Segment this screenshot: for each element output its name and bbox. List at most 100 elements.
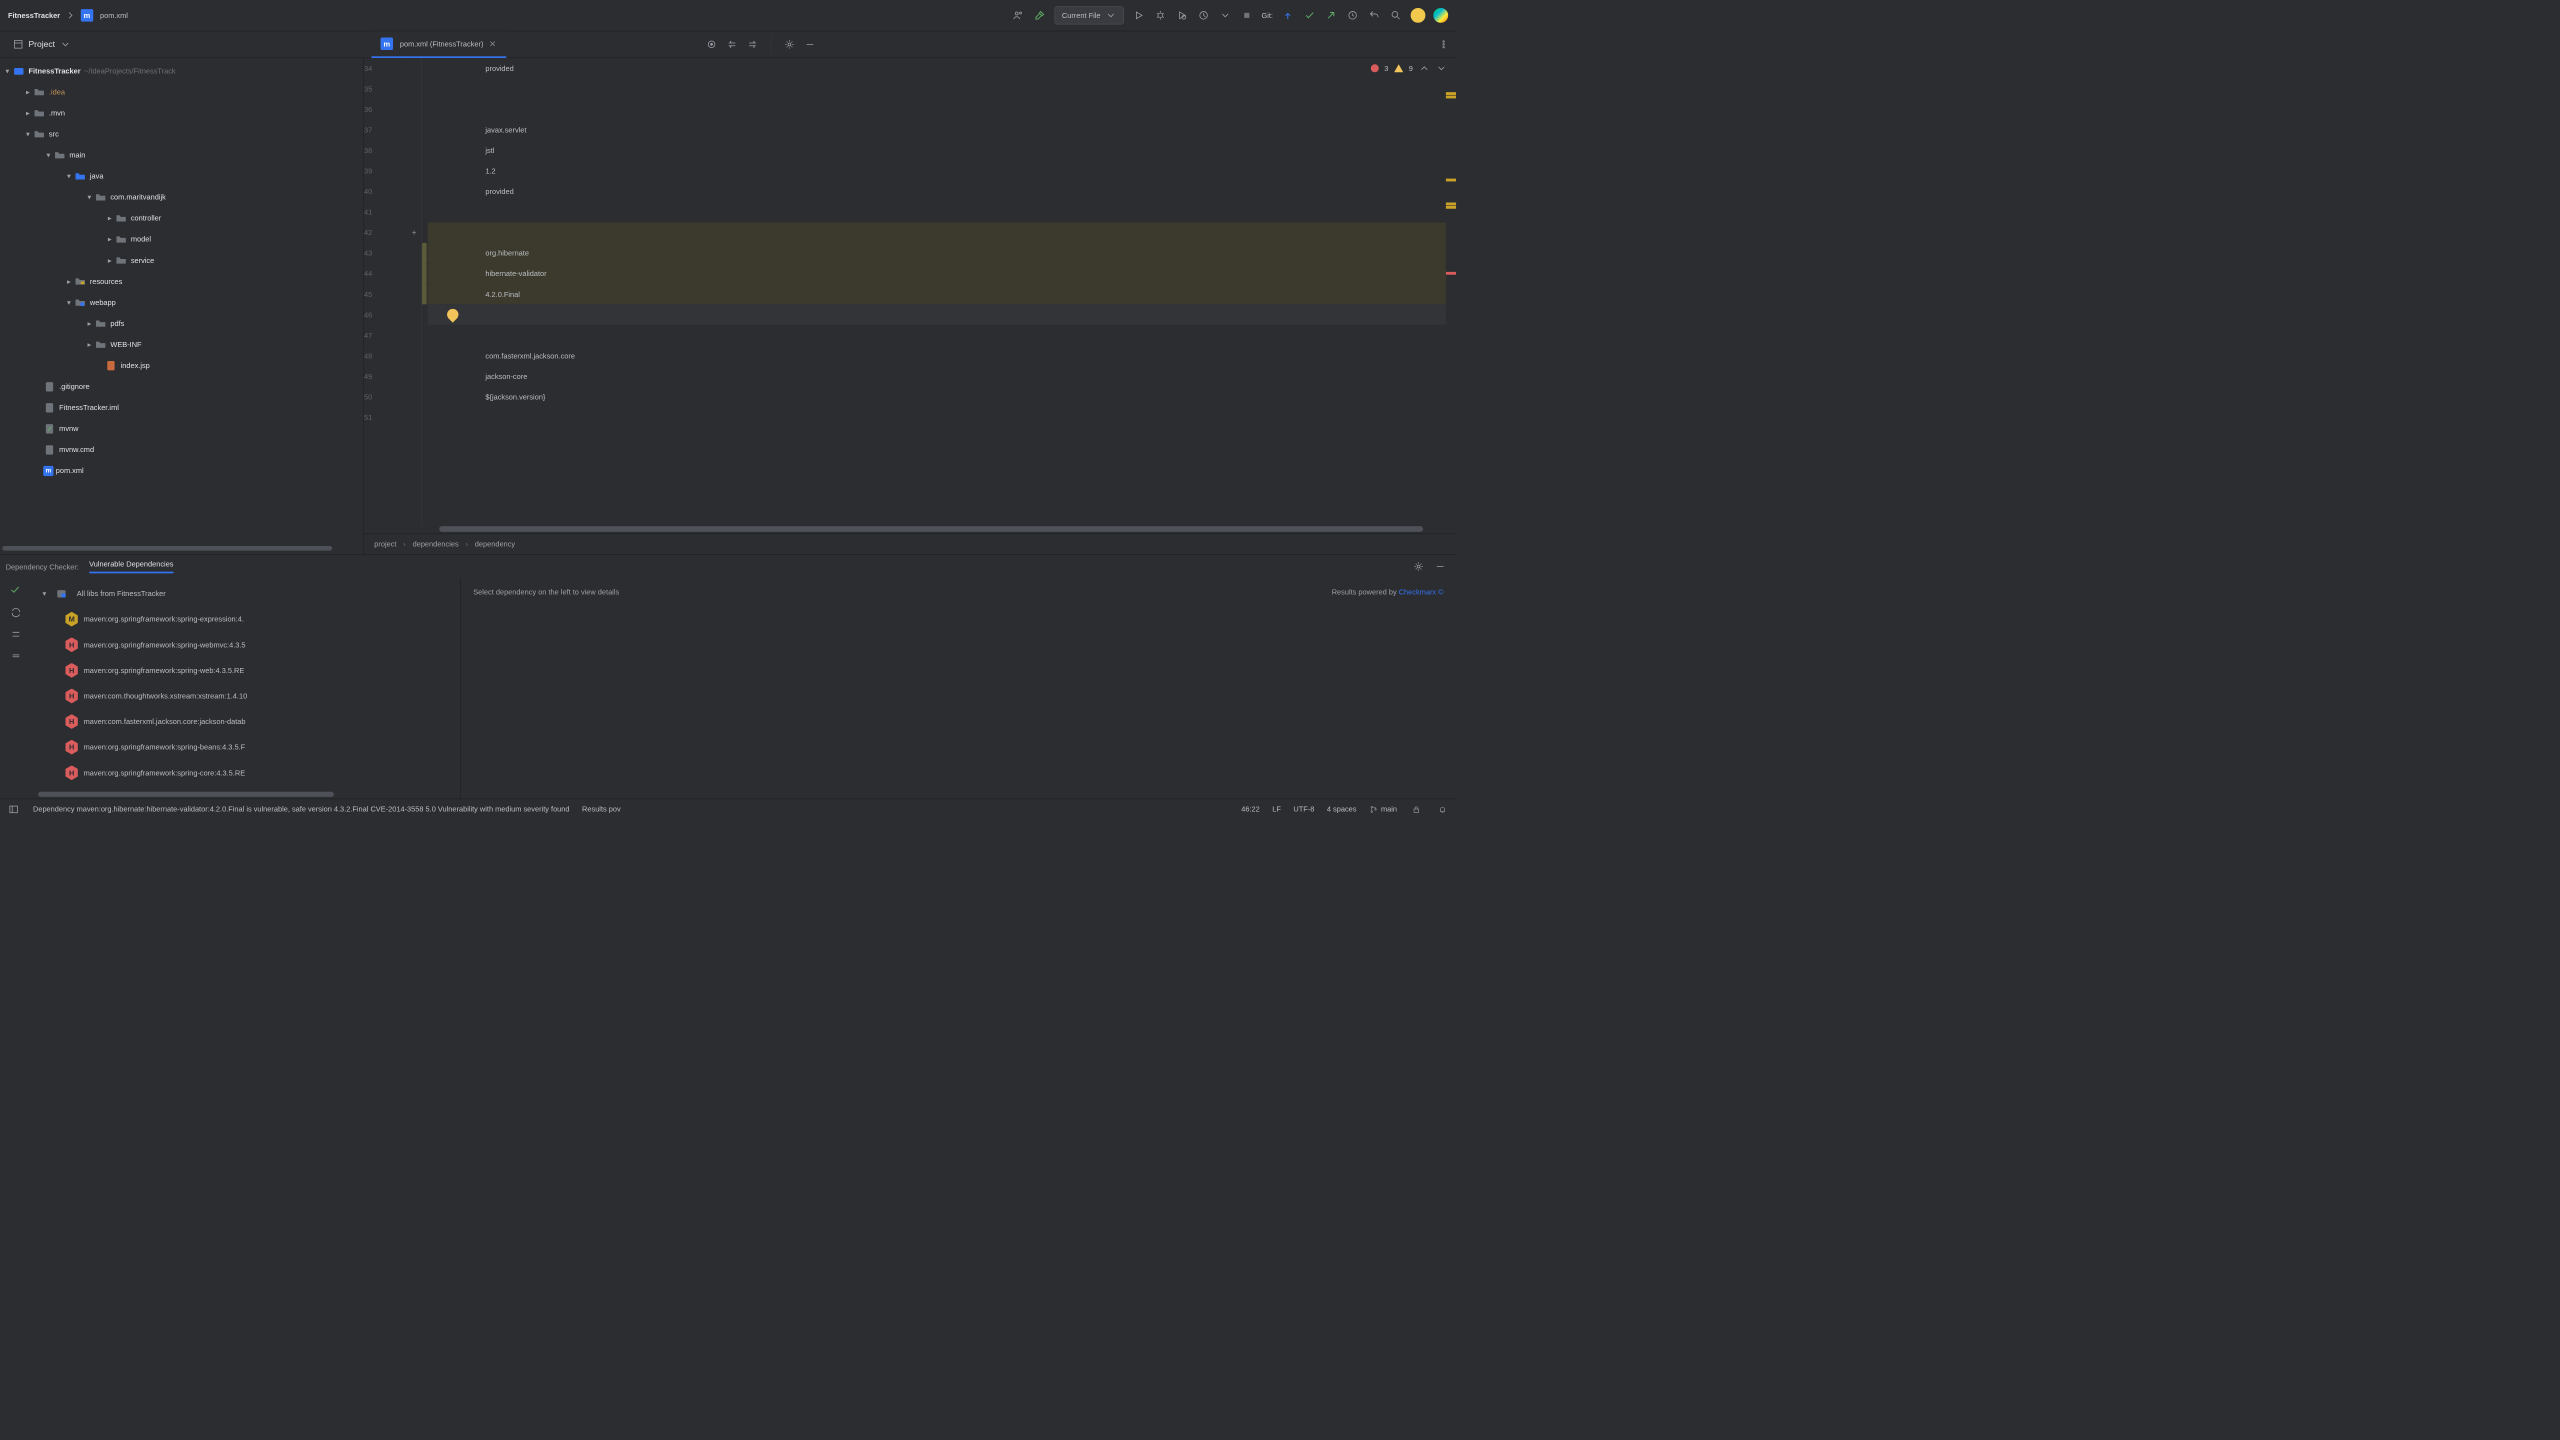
dependency-label: maven:org.springframework:spring-beans:4… — [84, 743, 246, 752]
git-update-icon[interactable] — [1281, 9, 1295, 23]
tool-window-toggle-icon[interactable] — [7, 802, 21, 816]
tree-folder-mvn[interactable]: ▸.mvn — [0, 102, 363, 123]
chevron-down-icon — [60, 39, 71, 50]
expand-all-icon[interactable] — [9, 627, 23, 641]
dep-list-horizontal-scrollbar[interactable] — [31, 791, 460, 799]
folder-icon — [94, 338, 107, 351]
collaborate-icon[interactable] — [1011, 9, 1025, 23]
chevron-up-icon[interactable] — [1419, 63, 1430, 74]
breadcrumb[interactable]: project › dependencies › dependency — [364, 534, 1456, 554]
close-icon[interactable] — [488, 39, 497, 48]
git-push-icon[interactable] — [1324, 9, 1338, 23]
indent-config[interactable]: 4 spaces — [1327, 805, 1357, 814]
breadcrumb-item[interactable]: dependencies — [413, 540, 459, 549]
maven-file-icon: m — [381, 38, 394, 51]
package-icon — [94, 191, 107, 204]
dependency-item[interactable]: Hmaven:com.fasterxml.jackson.core:jackso… — [31, 709, 460, 735]
tree-folder-webapp[interactable]: ▾webapp — [0, 292, 363, 313]
tree-package-service[interactable]: ▸service — [0, 250, 363, 271]
dependency-label: maven:org.springframework:spring-core:4.… — [84, 768, 246, 777]
dependency-item[interactable]: Hmaven:org.springframework:spring-web:4.… — [31, 658, 460, 684]
fold-gutter[interactable] — [406, 58, 422, 524]
refresh-icon[interactable] — [9, 606, 23, 620]
run-icon[interactable] — [1132, 9, 1146, 23]
line-number-gutter[interactable]: 343536373839404142434445464748495051 — [364, 58, 406, 524]
inspection-widget[interactable]: 3 9 — [1371, 63, 1447, 74]
avatar[interactable] — [1411, 8, 1426, 23]
file-name[interactable]: pom.xml — [100, 11, 128, 20]
hide-panel-icon[interactable] — [1433, 560, 1447, 574]
ide-services-icon[interactable] — [1433, 8, 1448, 23]
stop-icon[interactable] — [1240, 9, 1254, 23]
dependency-item[interactable]: Mmaven:org.springframework:spring-expres… — [31, 606, 460, 632]
dependency-label: maven:org.springframework:spring-webmvc:… — [84, 640, 246, 649]
tree-folder-webinf[interactable]: ▸WEB-INF — [0, 334, 363, 355]
more-vertical-icon[interactable] — [1437, 38, 1451, 52]
checkmarx-link[interactable]: Checkmarx © — [1399, 588, 1444, 597]
dependency-item[interactable]: Hmaven:org.springframework:spring-beans:… — [31, 734, 460, 760]
profile-icon[interactable] — [1197, 9, 1211, 23]
build-hammer-icon[interactable] — [1033, 9, 1047, 23]
severity-badge: H — [65, 663, 78, 678]
tree-folder-pdfs[interactable]: ▸pdfs — [0, 313, 363, 334]
tree-horizontal-scrollbar[interactable] — [0, 543, 363, 554]
more-run-icon[interactable] — [1218, 9, 1232, 23]
settings-icon[interactable] — [783, 38, 797, 52]
dependency-root[interactable]: ▾ All libs from FitnessTracker — [31, 581, 460, 607]
hide-panel-icon[interactable] — [803, 38, 817, 52]
error-stripe[interactable] — [1446, 58, 1456, 524]
status-message[interactable]: Dependency maven:org.hibernate:hibernate… — [33, 805, 570, 814]
jsp-file-icon — [105, 359, 118, 372]
git-history-icon[interactable] — [1346, 9, 1360, 23]
detail-prompt: Select dependency on the left to view de… — [473, 588, 619, 790]
collapse-all-icon[interactable] — [746, 38, 760, 52]
vulnerable-dependency-list: ▾ All libs from FitnessTracker Mmaven:or… — [31, 578, 460, 798]
tree-folder-resources[interactable]: ▸resources — [0, 271, 363, 292]
search-icon[interactable] — [1389, 9, 1403, 23]
run-config-selector[interactable]: Current File — [1054, 6, 1123, 24]
status-message-2[interactable]: Results pov — [582, 805, 621, 814]
tree-folder-java[interactable]: ▾java — [0, 166, 363, 187]
git-commit-icon[interactable] — [1303, 9, 1317, 23]
project-tree-panel: ▾FitnessTracker~/IdeaProjects/FitnessTra… — [0, 58, 364, 554]
project-name[interactable]: FitnessTracker — [8, 11, 60, 20]
dependency-item[interactable]: Hmaven:org.springframework:spring-webmvc… — [31, 632, 460, 658]
tree-file-mvnw[interactable]: mvnw — [0, 418, 363, 439]
collapse-all-icon[interactable] — [9, 649, 23, 663]
readonly-lock-icon[interactable] — [1409, 802, 1423, 816]
tree-folder-src[interactable]: ▾src — [0, 123, 363, 144]
tree-file-indexjsp[interactable]: index.jsp — [0, 355, 363, 376]
file-encoding[interactable]: UTF-8 — [1293, 805, 1314, 814]
tree-file-iml[interactable]: FitnessTracker.iml — [0, 397, 363, 418]
tree-file-mvnwcmd[interactable]: mvnw.cmd — [0, 439, 363, 460]
dependency-item[interactable]: Hmaven:com.thoughtworks.xstream:xstream:… — [31, 683, 460, 709]
caret-position[interactable]: 46:22 — [1241, 805, 1260, 814]
tree-folder-idea[interactable]: ▸.idea — [0, 81, 363, 102]
breadcrumb-item[interactable]: dependency — [475, 540, 515, 549]
select-opened-file-icon[interactable] — [705, 38, 719, 52]
git-branch-widget[interactable]: main — [1369, 805, 1397, 814]
settings-icon[interactable] — [1412, 560, 1426, 574]
tab-vulnerable-dependencies[interactable]: Vulnerable Dependencies — [89, 560, 173, 574]
tree-file-pomxml[interactable]: mpom.xml — [0, 460, 363, 481]
editor-horizontal-scrollbar[interactable] — [364, 524, 1456, 533]
line-separator[interactable]: LF — [1272, 805, 1281, 814]
breadcrumb-item[interactable]: project — [374, 540, 396, 549]
tree-package[interactable]: ▾com.maritvandijk — [0, 187, 363, 208]
expand-all-icon[interactable] — [725, 38, 739, 52]
project-tool-selector[interactable]: Project — [13, 39, 71, 50]
dependency-item[interactable]: Hmaven:org.springframework:spring-core:4… — [31, 760, 460, 786]
coverage-icon[interactable] — [1175, 9, 1189, 23]
chevron-down-icon[interactable] — [1436, 63, 1447, 74]
notifications-icon[interactable] — [1436, 802, 1450, 816]
code-content[interactable]: provided javax.servlet jstl 1.2 provided… — [428, 58, 1446, 524]
tree-package-model[interactable]: ▸model — [0, 229, 363, 250]
check-icon[interactable] — [9, 584, 23, 598]
tree-root[interactable]: ▾FitnessTracker~/IdeaProjects/FitnessTra… — [0, 60, 363, 81]
tree-file-gitignore[interactable]: .gitignore — [0, 376, 363, 397]
git-rollback-icon[interactable] — [1367, 9, 1381, 23]
tree-package-controller[interactable]: ▸controller — [0, 208, 363, 229]
debug-icon[interactable] — [1153, 9, 1167, 23]
tree-folder-main[interactable]: ▾main — [0, 144, 363, 165]
editor-tab[interactable]: m pom.xml (FitnessTracker) — [371, 31, 506, 58]
